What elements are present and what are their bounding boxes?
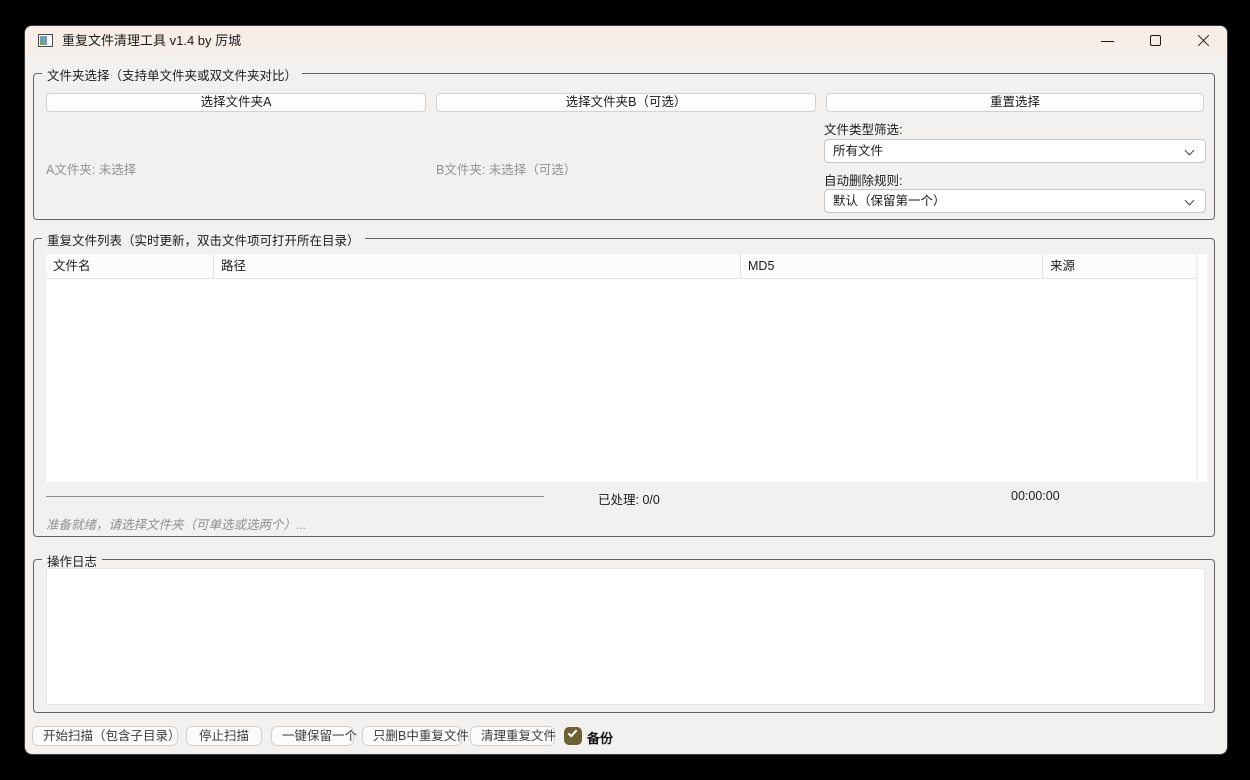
auto-delete-rule-value: 默认（保留第一个） <box>833 194 946 208</box>
chevron-down-icon <box>1185 146 1195 156</box>
status-text: 准备就绪，请选择文件夹（可单选或选两个）... <box>46 514 306 533</box>
start-scan-button[interactable]: 开始扫描（包含子目录） <box>32 726 178 746</box>
table-scrollbar[interactable] <box>1198 254 1207 482</box>
minimize-icon <box>1101 41 1114 42</box>
close-button[interactable] <box>1180 26 1226 56</box>
backup-checkbox-label: 备份 <box>587 728 613 747</box>
table-header: 文件名 路径 MD5 来源 <box>46 254 1196 279</box>
chevron-down-icon <box>1185 196 1195 206</box>
log-textarea[interactable] <box>46 568 1205 705</box>
app-icon-pane2 <box>40 42 44 45</box>
maximize-button[interactable] <box>1133 26 1179 56</box>
column-header-md5[interactable]: MD5 <box>741 254 1043 279</box>
folder-group-label: 文件夹选择（支持单文件夹或双文件夹对比） <box>42 65 302 84</box>
select-folder-b-button[interactable]: 选择文件夹B（可选） <box>436 93 816 112</box>
checkmark-icon <box>568 727 578 737</box>
file-type-filter-value: 所有文件 <box>833 144 883 158</box>
duplicate-file-table[interactable]: 文件名 路径 MD5 来源 <box>46 254 1196 482</box>
column-header-filename[interactable]: 文件名 <box>46 254 214 279</box>
select-folder-a-button[interactable]: 选择文件夹A <box>46 93 426 112</box>
table-body[interactable] <box>46 279 1196 482</box>
delete-b-duplicates-button[interactable]: 只删B中重复文件 <box>362 726 462 746</box>
app-window: 重复文件清理工具 v1.4 by 厉城 文件夹选择（支持单文件夹或双文件夹对比）… <box>24 25 1228 755</box>
column-header-path[interactable]: 路径 <box>214 254 741 279</box>
stop-scan-button[interactable]: 停止扫描 <box>186 726 262 746</box>
file-type-filter-select[interactable]: 所有文件 <box>824 139 1206 163</box>
close-icon <box>1197 35 1209 47</box>
auto-delete-rule-label: 自动删除规则: <box>824 170 902 189</box>
folder-a-status: A文件夹: 未选择 <box>46 159 136 178</box>
titlebar: 重复文件清理工具 v1.4 by 厉城 <box>25 26 1227 56</box>
clean-duplicates-button[interactable]: 清理重复文件 <box>470 726 555 746</box>
processed-count: 已处理: 0/0 <box>598 489 660 508</box>
reset-selection-button[interactable]: 重置选择 <box>826 93 1204 112</box>
auto-delete-rule-select[interactable]: 默认（保留第一个） <box>824 189 1206 213</box>
app-icon <box>38 34 53 47</box>
elapsed-time: 00:00:00 <box>1011 489 1060 503</box>
progress-bar <box>46 496 544 497</box>
column-header-source[interactable]: 来源 <box>1043 254 1196 279</box>
folder-b-status: B文件夹: 未选择（可选） <box>436 159 576 178</box>
minimize-button[interactable] <box>1085 26 1131 56</box>
duplicate-list-group-label: 重复文件列表（实时更新，双击文件项可打开所在目录） <box>42 230 365 249</box>
keep-one-button[interactable]: 一键保留一个 <box>271 726 354 746</box>
file-type-filter-label: 文件类型筛选: <box>824 119 902 138</box>
maximize-icon <box>1150 35 1161 46</box>
backup-checkbox[interactable] <box>564 727 582 745</box>
window-title: 重复文件清理工具 v1.4 by 厉城 <box>62 26 241 56</box>
